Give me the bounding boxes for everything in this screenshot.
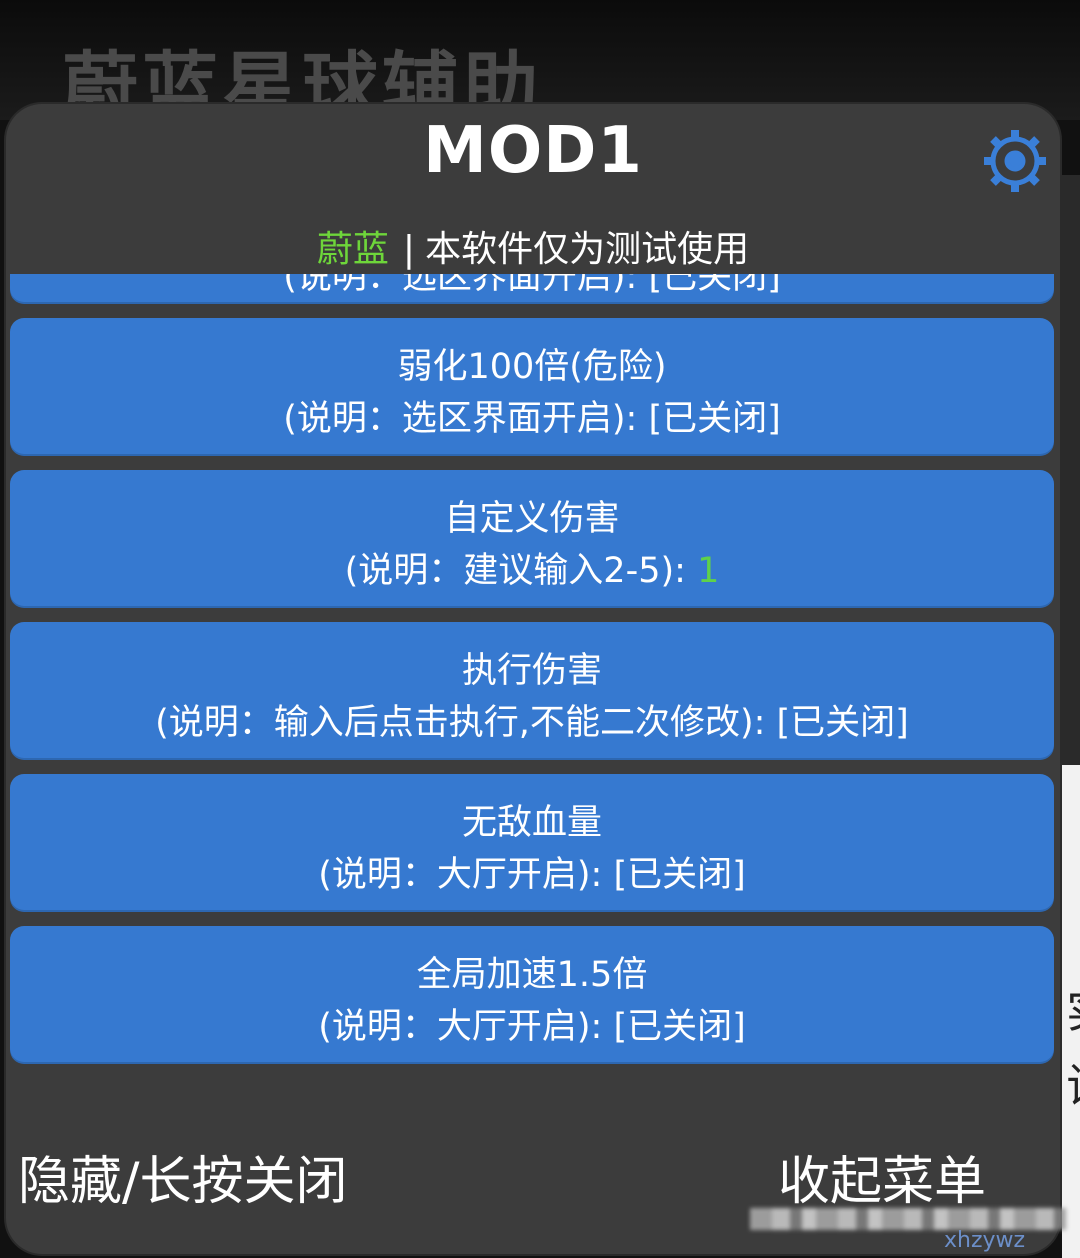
- feature-desc: (说明：大厅开启): [已关闭]: [10, 846, 1054, 897]
- feature-desc-text: (说明：输入后点击执行,不能二次修改):: [155, 703, 766, 743]
- feature-desc-text: (说明：选区界面开启):: [283, 399, 638, 439]
- hide-close-button[interactable]: 隐藏/长按关闭: [18, 1139, 348, 1214]
- watermark-blurred-text: [750, 1208, 1070, 1230]
- menu-subtitle: 蔚蓝 | 本软件仅为测试使用: [6, 220, 1060, 272]
- background-partial-glyph: 试: [1066, 1050, 1080, 1116]
- feature-status: [已关闭]: [648, 399, 781, 439]
- gear-icon[interactable]: [980, 126, 1050, 196]
- feature-desc: (说明：输入后点击执行,不能二次修改): [已关闭]: [10, 694, 1054, 745]
- feature-desc-text: (说明：大厅开启):: [318, 855, 603, 895]
- feature-desc-text: (说明：大厅开启):: [318, 1007, 603, 1047]
- feature-status: [已关闭]: [613, 1007, 746, 1047]
- subtitle-separator: |: [402, 229, 416, 270]
- feature-desc-text: (说明：建议输入2-5):: [344, 551, 686, 591]
- feature-desc: (说明：建议输入2-5): 1: [10, 542, 1054, 593]
- feature-desc: (说明：选区界面开启): [已关闭]: [10, 390, 1054, 441]
- feature-name: 执行伤害: [461, 651, 602, 691]
- collapse-menu-button[interactable]: 收起菜单: [778, 1139, 986, 1214]
- feature-item-invincible-hp[interactable]: 无敌血量 (说明：大厅开启): [已关闭]: [10, 774, 1054, 912]
- mod-menu-panel: MOD1 蔚蓝 | 本软件仅为测试使用 (说明：选区界面开启): [已关闭] 弱…: [6, 104, 1060, 1254]
- brand-label: 蔚蓝: [316, 229, 389, 270]
- notice-text: 本软件仅为测试使用: [425, 229, 750, 270]
- feature-item-weaken[interactable]: 弱化100倍(危险) (说明：选区界面开启): [已关闭]: [10, 318, 1054, 456]
- feature-item-execute-damage[interactable]: 执行伤害 (说明：输入后点击执行,不能二次修改): [已关闭]: [10, 622, 1054, 760]
- watermark: xhzywz: [944, 1228, 1026, 1253]
- feature-item-global-speed[interactable]: 全局加速1.5倍 (说明：大厅开启): [已关闭]: [10, 926, 1054, 1064]
- feature-status: [已关闭]: [776, 703, 909, 743]
- feature-name: 弱化100倍(危险): [397, 347, 667, 387]
- feature-name: 无敌血量: [461, 803, 602, 843]
- feature-value: 1: [697, 551, 720, 591]
- feature-name: 自定义伤害: [444, 499, 620, 539]
- feature-item-custom-damage[interactable]: 自定义伤害 (说明：建议输入2-5): 1: [10, 470, 1054, 608]
- feature-item-partial[interactable]: (说明：选区界面开启): [已关闭]: [10, 274, 1054, 304]
- screen: 蔚蓝星球辅助 实 试 MOD1 蔚蓝|本软件仅为测试使用: [0, 0, 1080, 1258]
- background-partial-glyph: 实: [1066, 975, 1080, 1041]
- feature-list[interactable]: (说明：选区界面开启): [已关闭] 弱化100倍(危险) (说明：选区界面开启…: [6, 274, 1060, 1074]
- feature-name: 全局加速1.5倍: [416, 955, 648, 995]
- menu-title: MOD1: [423, 114, 643, 188]
- feature-desc-partial: (说明：选区界面开启): [已关闭]: [283, 274, 781, 297]
- background-edge: [1062, 175, 1080, 765]
- feature-status: [已关闭]: [613, 855, 746, 895]
- feature-desc: (说明：大厅开启): [已关闭]: [10, 998, 1054, 1049]
